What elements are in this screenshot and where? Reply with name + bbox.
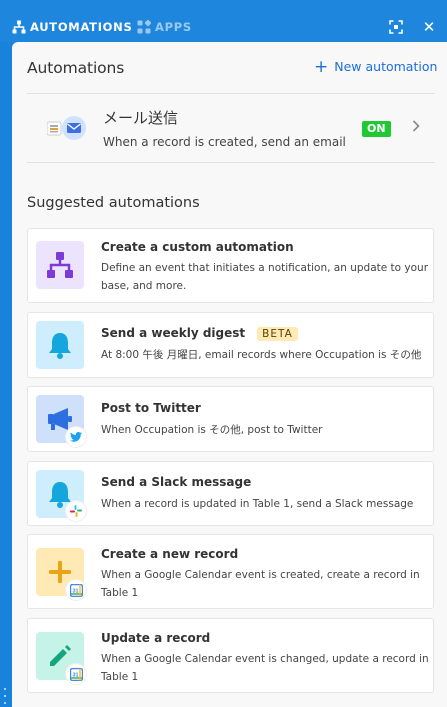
apps-icon [137, 20, 151, 34]
tab-automations-label: AUTOMATIONS [30, 20, 133, 34]
suggestion-card-custom-automation[interactable]: Create a custom automation Define an eve… [27, 228, 434, 303]
automation-description: When a record is created, send an email [103, 135, 346, 149]
card-description: When Occupation is その他, post to Twitter [101, 424, 323, 436]
automation-icon [12, 20, 26, 34]
chevron-right-icon[interactable] [412, 120, 420, 136]
resize-handle[interactable] [3, 688, 7, 704]
expand-icon[interactable] [388, 19, 404, 35]
card-title: Create a custom automation [101, 240, 294, 254]
slack-icon [66, 501, 86, 521]
card-description: At 8:00 午後 月曜日, email records where Occu… [101, 349, 422, 361]
calendar-day-text: 31 [72, 588, 78, 594]
card-description: Define an event that initiates a notific… [101, 262, 429, 292]
bell-icon [36, 321, 84, 369]
automation-row[interactable]: メール送信 When a record is created, send an … [27, 93, 435, 163]
card-description: When a Google Calendar event is changed,… [101, 653, 429, 683]
card-title: Send a weekly digest BETA [101, 326, 298, 341]
suggestion-card-slack-message[interactable]: Send a Slack message When a record is up… [27, 461, 434, 526]
suggestion-card-update-record[interactable]: 31 Update a record When a Google Calenda… [27, 618, 434, 693]
page-title: Automations [27, 59, 125, 77]
plus-icon: + [314, 56, 329, 77]
google-calendar-icon: 31 [66, 664, 86, 684]
card-description: When a record is updated in Table 1, sen… [101, 498, 414, 510]
close-icon[interactable]: ✕ [421, 19, 437, 35]
tab-apps[interactable]: APPS [137, 19, 192, 35]
automation-step-icons [46, 114, 87, 142]
suggested-automations-heading: Suggested automations [27, 195, 200, 211]
top-bar: AUTOMATIONS APPS ✕ [0, 0, 447, 42]
tab-automations[interactable]: AUTOMATIONS [12, 19, 132, 35]
card-title: Post to Twitter [101, 401, 201, 415]
tab-apps-label: APPS [155, 20, 192, 34]
status-badge[interactable]: ON [362, 121, 391, 137]
google-calendar-icon: 31 [66, 580, 86, 600]
new-automation-button[interactable]: + New automation [314, 56, 438, 77]
automation-name: メール送信 [103, 109, 179, 127]
card-title: Send a Slack message [101, 475, 252, 489]
suggestion-card-weekly-digest[interactable]: Send a weekly digest BETA At 8:00 午後 月曜日,… [27, 312, 434, 378]
suggestion-card-create-record[interactable]: 31 Create a new record When a Google Cal… [27, 534, 434, 609]
new-automation-label: New automation [334, 59, 438, 74]
automations-panel: Automations + New automation メール送信 When … [12, 42, 447, 707]
calendar-day-text: 31 [72, 672, 78, 678]
card-description: When a Google Calendar event is created,… [101, 569, 420, 599]
card-title: Update a record [101, 631, 211, 645]
suggestion-card-post-twitter[interactable]: Post to Twitter When Occupation is その他, … [27, 386, 434, 452]
twitter-icon [66, 427, 86, 447]
custom-automation-icon [36, 241, 84, 289]
card-title: Create a new record [101, 547, 239, 561]
beta-badge: BETA [257, 327, 298, 341]
